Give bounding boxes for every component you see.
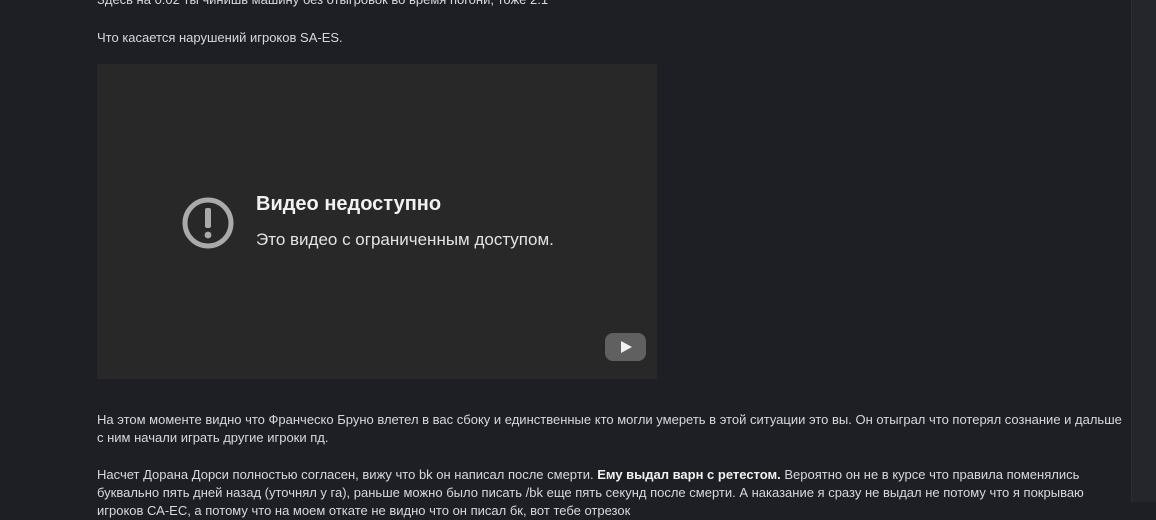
post-text-line: Здесь на 0:02 ты чинишь машину без отыгр…	[97, 0, 548, 9]
post-text-line: Что касается нарушений игроков SA-ES.	[97, 30, 343, 45]
youtube-play-icon[interactable]	[605, 333, 646, 361]
paragraph-text: Насчет Дорана Дорси полностью согласен, …	[97, 467, 598, 482]
post-paragraph: На этом моменте видно что Франческо Брун…	[97, 412, 1122, 445]
forum-post: Здесь на 0:02 ты чинишь машину без отыгр…	[0, 0, 1131, 518]
post-paragraph: Насчет Дорана Дорси полностью согласен, …	[97, 466, 1122, 520]
exclamation-circle-icon	[182, 197, 234, 249]
video-unavailable-message: Это видео с ограниченным доступом.	[256, 230, 554, 249]
vertical-scrollbar[interactable]	[1131, 0, 1156, 502]
bold-text: Ему выдал варн с ретестом.	[597, 467, 781, 482]
video-unavailable-title: Видео недоступно	[256, 193, 442, 215]
